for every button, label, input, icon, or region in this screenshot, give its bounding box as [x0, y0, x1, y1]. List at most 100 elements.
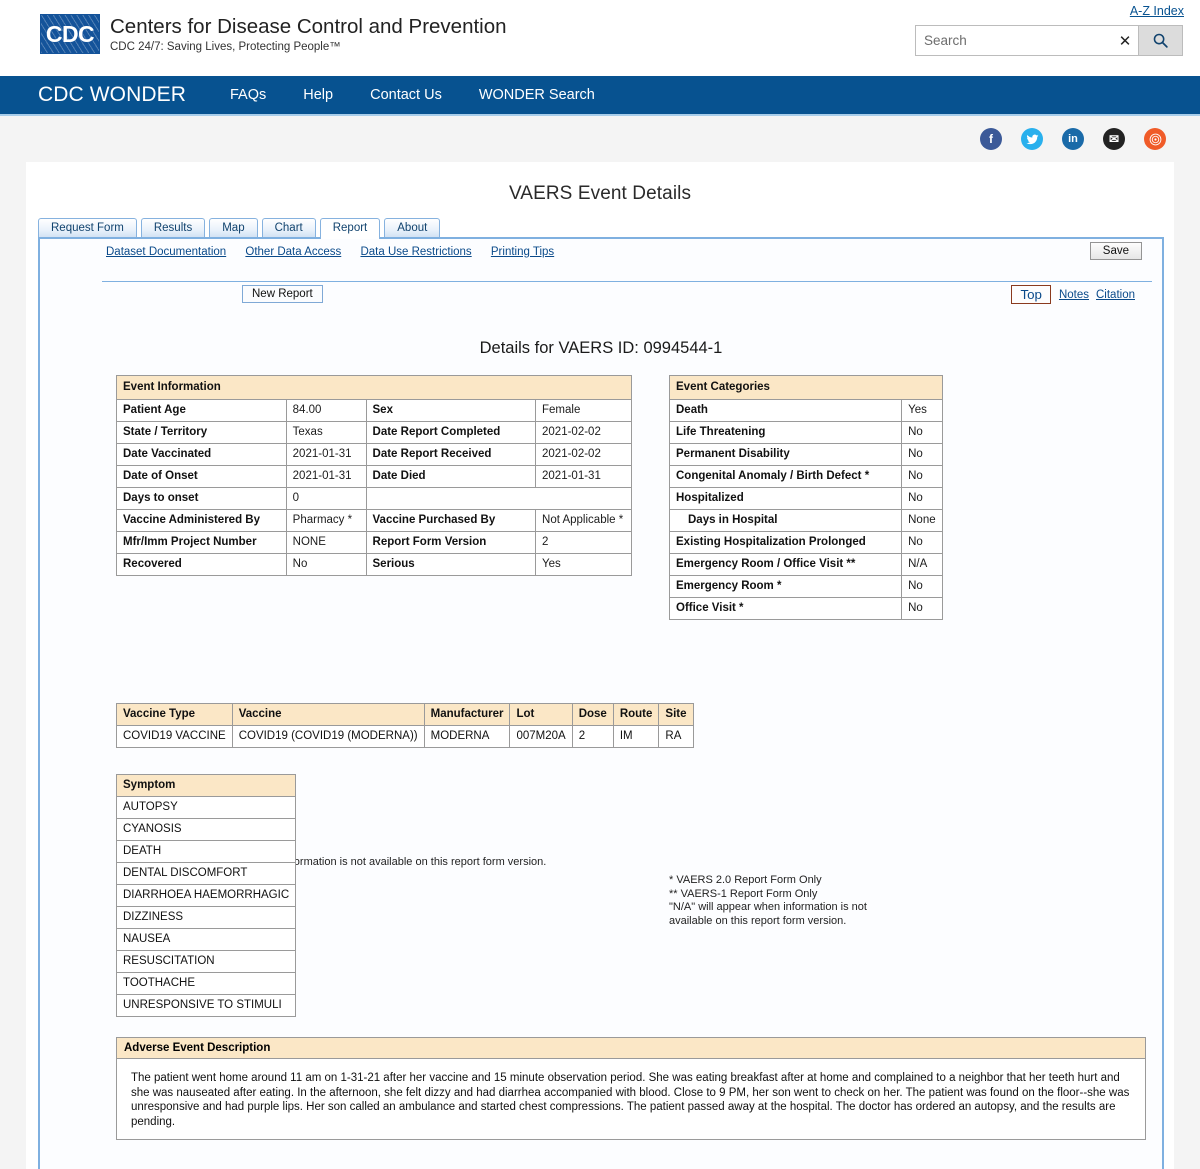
table-row: Congenital Anomaly / Birth Defect * No [668, 465, 943, 488]
cdc-logo-block[interactable]: CDC Centers for Disease Control and Prev… [40, 14, 507, 54]
tab-request-form[interactable]: Request Form [38, 218, 137, 238]
facebook-icon[interactable]: f [980, 128, 1002, 150]
link-dataset-documentation[interactable]: Dataset Documentation [106, 246, 226, 258]
site-header: A-Z Index CDC Centers for Disease Contro… [0, 0, 1200, 76]
table-row: Death Yes [668, 399, 943, 422]
table-row: DEATH [115, 840, 297, 863]
table-row: Date Vaccinated 2021-01-31 Date Report R… [116, 443, 632, 466]
link-other-data-access[interactable]: Other Data Access [245, 246, 341, 258]
col-dose: Dose [571, 703, 614, 726]
row-value: No [901, 487, 943, 510]
row-value-2: 2021-02-02 [535, 421, 632, 444]
cell-symptom: NAUSEA [115, 928, 297, 951]
symptom-table: Symptom AUTOPSY CYANOSIS DEATH DENTAL DI… [115, 774, 297, 1017]
adverse-event-description-text: The patient went home around 11 am on 1-… [131, 1072, 1130, 1128]
wonder-brand[interactable]: CDC WONDER [38, 83, 186, 107]
col-site: Site [658, 703, 694, 726]
wonder-navbar: CDC WONDER FAQs Help Contact Us WONDER S… [0, 76, 1200, 116]
cell-vaccine-type: COVID19 VACCINE [116, 725, 233, 748]
link-data-use-restrictions[interactable]: Data Use Restrictions [360, 246, 471, 258]
row-label-2: Sex [365, 399, 537, 422]
search-icon [1153, 33, 1168, 48]
a-z-index-link[interactable]: A-Z Index [1130, 4, 1184, 18]
new-report-button[interactable]: New Report [242, 285, 323, 303]
cell-symptom: CYANOSIS [115, 818, 297, 841]
row-value: Yes [901, 399, 943, 422]
table-row: State / Territory Texas Date Report Comp… [116, 421, 632, 444]
row-value: N/A [901, 553, 943, 576]
adverse-event-description-header: Adverse Event Description [117, 1038, 1145, 1059]
event-categories-table: Event Categories Death Yes Life Threaten… [668, 375, 943, 620]
cell-dose: 2 [571, 725, 614, 748]
table-row: DIARRHOEA HAEMORRHAGIC [115, 884, 297, 907]
nav-link-contact-us[interactable]: Contact Us [370, 87, 442, 103]
search-input[interactable] [916, 26, 1112, 55]
twitter-icon[interactable] [1021, 128, 1043, 150]
search-box[interactable]: ✕ [915, 25, 1183, 56]
tab-about[interactable]: About [384, 218, 441, 238]
table-row: NAUSEA [115, 928, 297, 951]
link-printing-tips[interactable]: Printing Tips [491, 246, 554, 258]
cell-symptom: UNRESPONSIVE TO STIMULI [115, 994, 297, 1017]
table-header-row: Vaccine Type Vaccine Manufacturer Lot Do… [116, 703, 694, 726]
row-label: Emergency Room / Office Visit ** [668, 553, 903, 576]
tab-chart[interactable]: Chart [261, 218, 316, 238]
table-row: Hospitalized No [668, 487, 943, 510]
nav-link-faqs[interactable]: FAQs [230, 87, 266, 103]
row-label: Hospitalized [668, 487, 903, 510]
cell-lot: 007M20A [509, 725, 573, 748]
row-label: Permanent Disability [668, 443, 903, 466]
row-label: Emergency Room * [668, 575, 903, 598]
clear-icon[interactable]: ✕ [1112, 26, 1138, 55]
cell-symptom: RESUSCITATION [115, 950, 297, 973]
page-title: VAERS Event Details [508, 183, 692, 204]
save-button[interactable]: Save [1089, 242, 1142, 260]
cell-symptom: TOOTHACHE [115, 972, 297, 995]
row-label: Date Vaccinated [116, 443, 287, 466]
cell-route: IM [612, 725, 660, 748]
notes-link[interactable]: Notes [1059, 289, 1089, 301]
row-value: No [901, 597, 943, 620]
tab-map[interactable]: Map [209, 218, 258, 238]
col-vaccine-type: Vaccine Type [116, 703, 233, 726]
linkedin-icon[interactable]: in [1062, 128, 1084, 150]
cell-symptom: DIARRHOEA HAEMORRHAGIC [115, 884, 297, 907]
table-row: Recovered No Serious Yes [116, 553, 632, 576]
search-button[interactable] [1138, 26, 1182, 55]
citation-link[interactable]: Citation [1096, 289, 1135, 301]
row-label-2: Vaccine Purchased By [365, 509, 537, 532]
cdc-logo-text: CDC [45, 20, 95, 47]
row-label: Office Visit * [668, 597, 903, 620]
nav-link-wonder-search[interactable]: WONDER Search [479, 87, 595, 103]
tab-report[interactable]: Report [319, 218, 381, 239]
col-lot: Lot [509, 703, 573, 726]
event-categories-caption: Event Categories [669, 375, 943, 400]
email-icon[interactable]: ✉ [1103, 128, 1125, 150]
org-tagline: CDC 24/7: Saving Lives, Protecting Peopl… [110, 40, 341, 53]
row-value: 0 [285, 487, 367, 510]
nav-link-help[interactable]: Help [303, 87, 333, 103]
col-route: Route [612, 703, 660, 726]
table-row: COVID19 VACCINE COVID19 (COVID19 (MODERN… [116, 725, 694, 748]
table-row: Office Visit * No [668, 597, 943, 620]
top-button[interactable]: Top [1011, 285, 1051, 304]
table-row: Mfr/Imm Project Number NONE Report Form … [116, 531, 632, 554]
tab-results[interactable]: Results [140, 218, 206, 238]
social-share-bar: f in ✉ [0, 116, 1200, 162]
cell-site: RA [658, 725, 694, 748]
row-value: 2021-01-31 [285, 465, 367, 488]
row-label: Mfr/Imm Project Number [116, 531, 287, 554]
row-value: No [285, 553, 367, 576]
table-header-row: Symptom [115, 774, 297, 797]
report-panel: Dataset Documentation Other Data Access … [38, 237, 1164, 1169]
row-label: Life Threatening [668, 421, 903, 444]
report-nav-group: Top Notes Citation [1011, 285, 1142, 304]
row-label: Days in Hospital [668, 509, 903, 532]
row-label: State / Territory [116, 421, 287, 444]
org-name-block: Centers for Disease Control and Preventi… [110, 15, 507, 53]
row-value: No [901, 575, 943, 598]
col-manufacturer: Manufacturer [423, 703, 511, 726]
row-value-2: 2 [535, 531, 632, 554]
syndication-icon[interactable] [1144, 128, 1166, 150]
twitter-bird-glyph [1026, 134, 1038, 144]
